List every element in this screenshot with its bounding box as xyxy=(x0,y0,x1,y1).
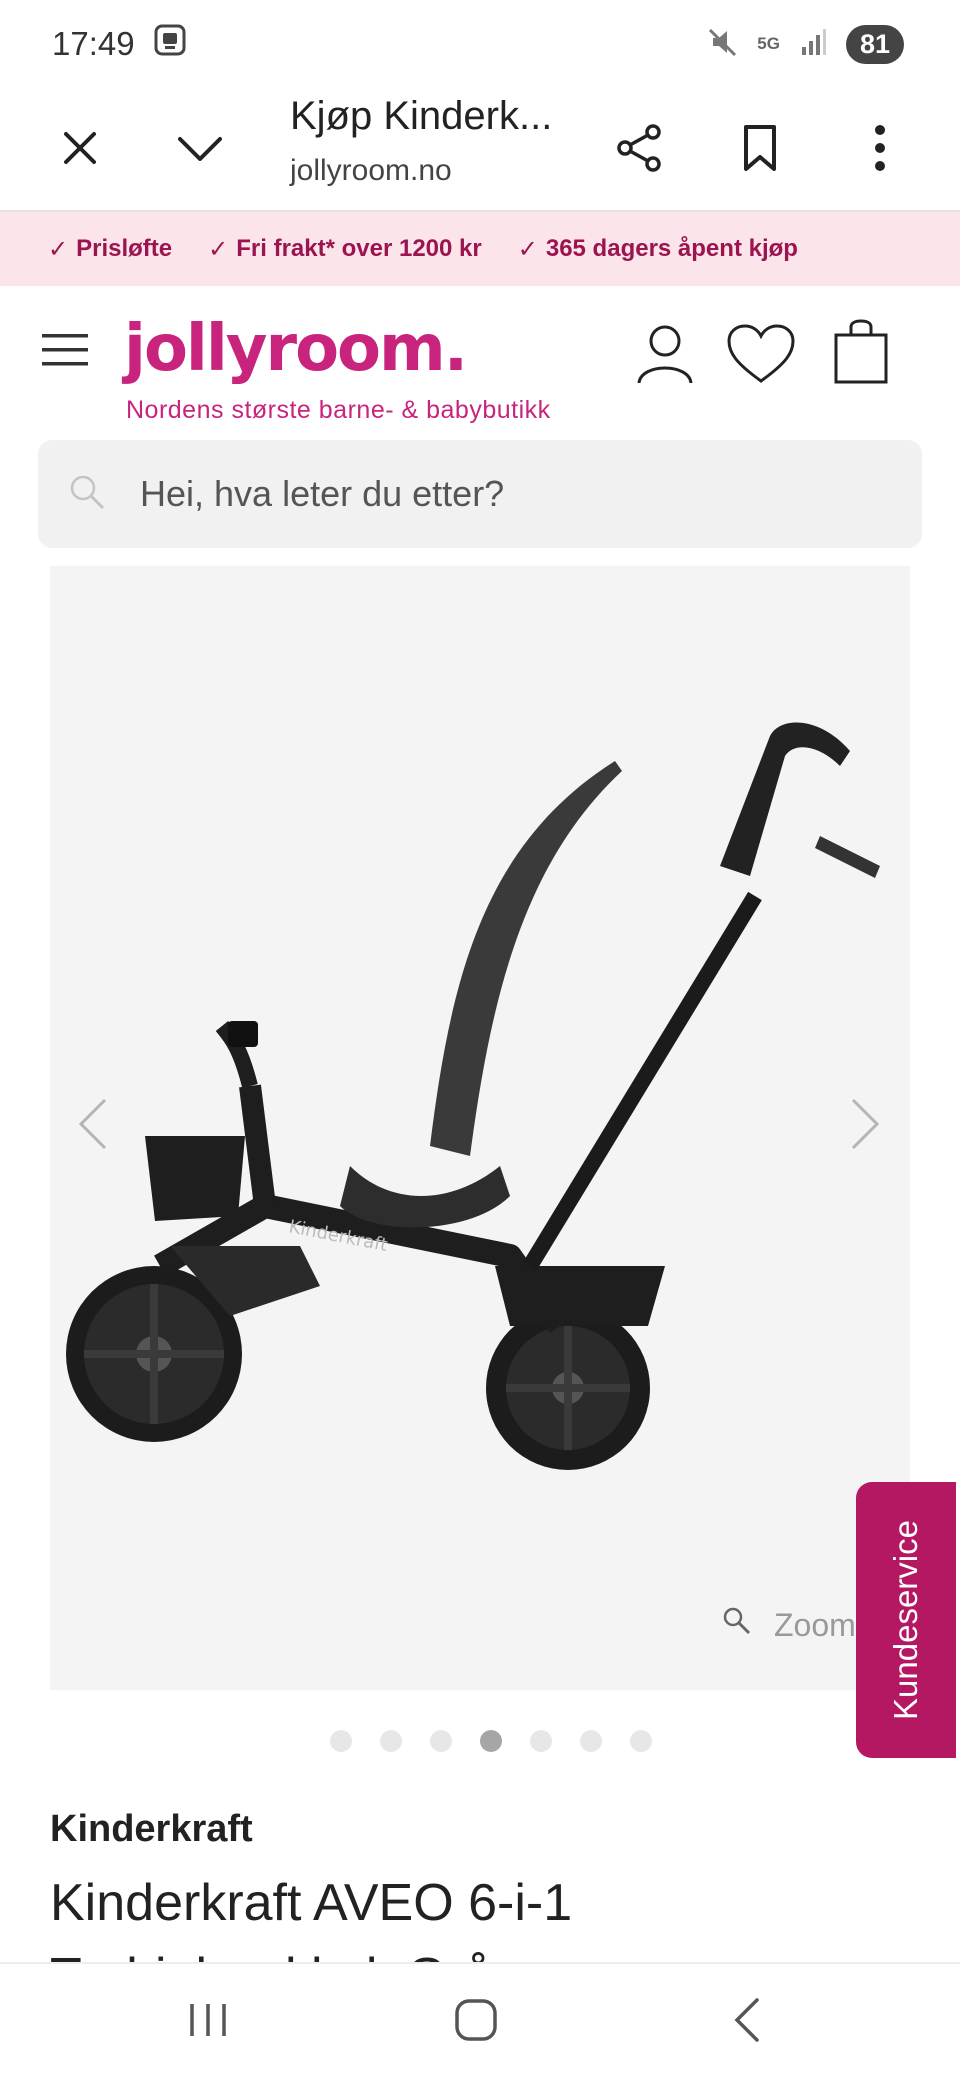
more-options-button[interactable] xyxy=(840,110,920,190)
user-icon xyxy=(636,323,694,390)
gallery-dot-active[interactable] xyxy=(480,1730,502,1752)
customer-service-label: Kundeservice xyxy=(887,1520,925,1720)
gallery-dot[interactable] xyxy=(330,1730,352,1752)
site-logo[interactable]: jollyroom. xyxy=(124,312,468,386)
home-button[interactable] xyxy=(436,1990,516,2054)
battery-indicator: 81 xyxy=(845,24,904,64)
more-vertical-icon xyxy=(873,124,887,177)
chevron-left-icon xyxy=(75,1096,109,1157)
share-button[interactable] xyxy=(600,110,680,190)
bookmark-icon xyxy=(740,123,780,178)
recent-apps-button[interactable] xyxy=(168,1990,248,2054)
promo-label: 365 dagers åpent kjøp xyxy=(545,235,798,262)
network-label: 5G xyxy=(757,34,780,53)
search-bar[interactable] xyxy=(38,440,922,548)
gallery-pagination xyxy=(330,1730,652,1752)
check-icon: ✓ xyxy=(208,235,229,263)
menu-button[interactable] xyxy=(30,316,100,388)
screenshot-icon xyxy=(153,23,187,65)
chevron-down-icon xyxy=(176,133,224,168)
cart-button[interactable] xyxy=(826,318,896,390)
minimize-button[interactable] xyxy=(160,110,240,190)
gallery-dot[interactable] xyxy=(580,1730,602,1752)
site-tagline: Nordens største barne- & babybutikk xyxy=(126,396,551,424)
recent-apps-icon xyxy=(186,2000,230,2045)
search-input[interactable] xyxy=(140,473,900,515)
browser-url[interactable]: jollyroom.no xyxy=(290,154,452,188)
status-bar-left: 17:49 xyxy=(52,23,187,65)
gallery-dot[interactable] xyxy=(380,1730,402,1752)
gallery-dot[interactable] xyxy=(430,1730,452,1752)
bookmark-button[interactable] xyxy=(720,110,800,190)
mute-icon xyxy=(705,25,739,64)
gallery-dot[interactable] xyxy=(530,1730,552,1752)
signal-icon xyxy=(798,27,828,62)
product-brand[interactable]: Kinderkraft xyxy=(50,1808,253,1851)
product-image-tricycle: Kinderkraft xyxy=(66,722,880,1470)
promo-strip: ✓ Prisløfte ✓ Fri frakt* over 1200 kr ✓ … xyxy=(0,212,960,286)
back-button[interactable] xyxy=(706,1990,786,2054)
home-icon xyxy=(454,1998,498,2047)
heart-icon xyxy=(726,323,796,390)
status-time: 17:49 xyxy=(52,25,135,62)
account-button[interactable] xyxy=(630,320,700,392)
site-header: jollyroom. Nordens største barne- & baby… xyxy=(0,286,960,436)
wishlist-button[interactable] xyxy=(726,320,796,392)
product-gallery[interactable]: Kinderkraft Zoom xyxy=(50,566,910,1690)
share-icon xyxy=(615,123,665,178)
promo-item-free-shipping: ✓ Fri frakt* over 1200 kr xyxy=(208,235,482,264)
search-icon xyxy=(722,1606,752,1644)
chevron-right-icon xyxy=(849,1096,883,1157)
status-bar: 17:49 5G 81 xyxy=(0,0,960,88)
promo-label: Prisløfte xyxy=(76,235,173,262)
shopping-bag-icon xyxy=(833,318,889,390)
system-nav-bar xyxy=(0,1962,960,2080)
gallery-next-button[interactable] xyxy=(836,1086,896,1166)
check-icon: ✓ xyxy=(517,235,538,263)
zoom-button[interactable]: Zoom xyxy=(722,1606,856,1644)
hamburger-icon xyxy=(40,332,90,373)
browser-bar: Kjøp Kinderk... jollyroom.no xyxy=(0,88,960,212)
close-icon xyxy=(60,128,100,173)
browser-page-title: Kjøp Kinderk... xyxy=(290,94,553,138)
customer-service-tab[interactable]: Kundeservice xyxy=(856,1482,956,1758)
product-title: Kinderkraft AVEO 6-i-1 Trehjulssykkel, G… xyxy=(50,1874,573,1962)
status-bar-right: 5G 81 xyxy=(705,24,904,64)
search-icon xyxy=(68,473,106,516)
close-tab-button[interactable] xyxy=(40,110,120,190)
gallery-dot[interactable] xyxy=(630,1730,652,1752)
check-icon: ✓ xyxy=(48,235,69,263)
zoom-label: Zoom xyxy=(774,1606,856,1643)
gallery-prev-button[interactable] xyxy=(62,1086,122,1166)
back-icon xyxy=(731,1997,761,2048)
promo-item-open-purchase: ✓ 365 dagers åpent kjøp xyxy=(518,235,798,264)
promo-item-price-promise: ✓ Prisløfte xyxy=(48,235,172,264)
promo-label: Fri frakt* over 1200 kr xyxy=(236,235,482,262)
